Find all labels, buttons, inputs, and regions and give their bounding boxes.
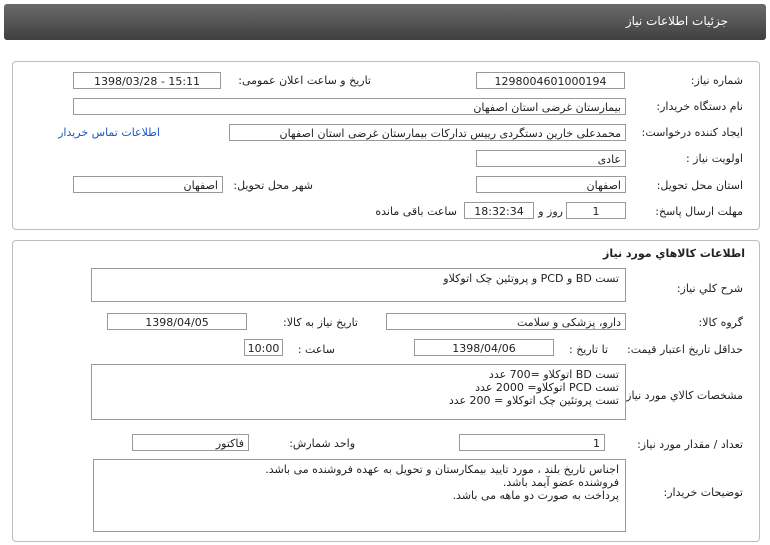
announce-field: 1398/03/28 - 15:11 [73, 72, 221, 89]
buyer-contact-link[interactable]: اطلاعات تماس خریدار [58, 126, 160, 139]
note-line: اجناس تاریخ بلند ، مورد تایید بیمکارستان… [265, 463, 619, 476]
spec-line: تست PCD اتوکلاو= 2000 عدد [475, 381, 619, 394]
unit-label: واحد شمارش: [289, 437, 355, 450]
window-title: جزئیات اطلاعات نیاز [625, 14, 728, 28]
note-line: فروشنده عضو آیمد باشد. [502, 476, 619, 489]
validity-label: حداقل تاریخ اعتبار قیمت: [627, 343, 743, 356]
qty-field: 1 [459, 434, 605, 451]
spec-line: تست BD اتوکلاو =700 عدد [488, 368, 619, 381]
notes-field: اجناس تاریخ بلند ، مورد تایید بیمکارستان… [93, 459, 626, 532]
summary-label: شرح کلي نياز: [676, 282, 743, 295]
specs-field: تست BD اتوکلاو =700 عدد تست PCD اتوکلاو=… [91, 364, 626, 420]
deadline-label: مهلت ارسال پاسخ: [655, 205, 743, 218]
creator-field: محمدعلی خارین دستگردی رییس تدارکات بیمار… [229, 124, 626, 141]
to-date-label: تا تاریخ : [569, 343, 608, 356]
announce-label: تاریخ و ساعت اعلان عمومی: [238, 74, 371, 87]
province-label: استان محل تحویل: [656, 179, 743, 192]
deadline-time-field: 18:32:34 [464, 202, 534, 219]
city-label: شهر محل تحویل: [233, 179, 313, 192]
qty-label: تعداد / مقدار مورد نیاز: [637, 438, 743, 451]
summary-text: تست BD و PCD و پروتئین چک اتوکلاو [443, 272, 619, 285]
unit-field: فاکتور [132, 434, 249, 451]
need-number-field: 1298004601000194 [476, 72, 625, 89]
note-line: پرداخت به صورت دو ماهه می باشد. [452, 489, 619, 502]
buyer-org-field: بیمارستان غرضی استان اصفهان [73, 98, 626, 115]
specs-label: مشخصات کالاي مورد نياز: [622, 389, 743, 402]
priority-label: اولویت نیاز : [685, 152, 743, 165]
notes-label: توضیحات خریدار: [663, 486, 744, 499]
need-date-field: 1398/04/05 [107, 313, 247, 330]
creator-label: ایجاد کننده درخواست: [641, 126, 743, 139]
validity-date-field: 1398/04/06 [414, 339, 554, 356]
deadline-days-field: 1 [566, 202, 626, 219]
buyer-org-label: نام دستگاه خریدار: [656, 100, 743, 113]
validity-time-field: 10:00 [244, 339, 283, 356]
days-unit-label: روز و [538, 205, 563, 218]
priority-field: عادی [476, 150, 626, 167]
group-field: دارو، پزشکی و سلامت [386, 313, 626, 330]
summary-field: تست BD و PCD و پروتئین چک اتوکلاو [91, 268, 626, 302]
group-label: گروه کالا: [698, 316, 743, 329]
province-field: اصفهان [476, 176, 626, 193]
need-date-label: تاریخ نیاز به کالا: [283, 316, 358, 329]
window-title-bar: جزئیات اطلاعات نیاز [4, 4, 766, 40]
goods-section-title: اطلاعات کالاهاي مورد نياز [603, 247, 745, 260]
time-label: ساعت : [297, 343, 335, 356]
spec-line: تست پروتئین چک اتوکلاو = 200 عدد [448, 394, 619, 407]
remaining-label: ساعت باقی مانده [375, 205, 457, 218]
need-number-label: شماره نیاز: [690, 74, 743, 87]
city-field: اصفهان [73, 176, 223, 193]
